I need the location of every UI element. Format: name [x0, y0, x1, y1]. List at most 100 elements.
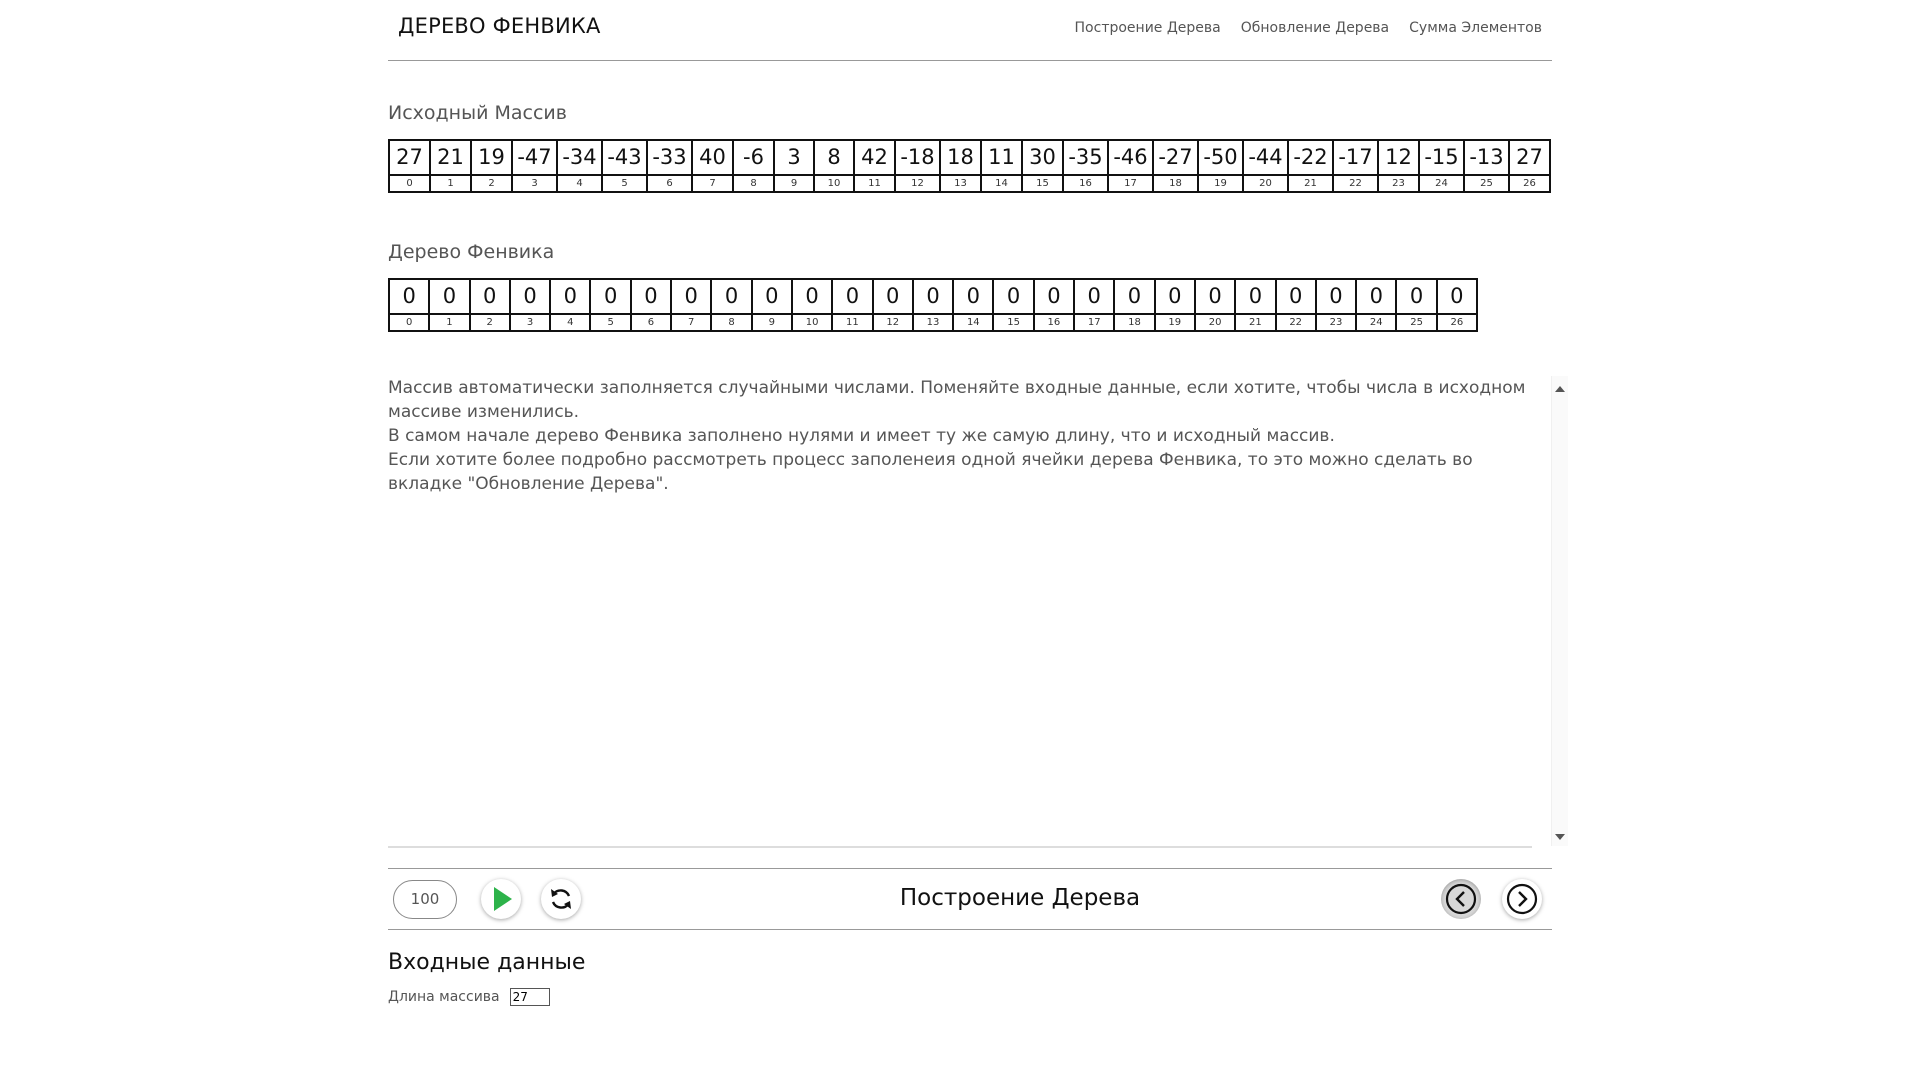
fenwick-tree-cell-index: 26 — [1450, 317, 1464, 328]
fenwick-tree-cell: 0 10 — [792, 280, 834, 330]
fenwick-tree-cell: 0 12 — [873, 280, 914, 330]
source-array-cell-value: -35 — [1064, 141, 1107, 176]
fenwick-tree-cell-value: 0 — [954, 280, 993, 315]
source-array-cell: -15 24 — [1420, 141, 1465, 191]
fenwick-tree-cell: 01 — [430, 280, 471, 330]
fenwick-tree-cell: 0 20 — [1195, 280, 1237, 330]
fenwick-tree-cell-value: 0 — [390, 280, 429, 315]
array-length-input[interactable] — [509, 988, 550, 1006]
reset-button[interactable] — [541, 879, 581, 919]
fenwick-tree-cell: 07 — [672, 280, 713, 330]
source-array-cell-index: 14 — [995, 178, 1008, 189]
fenwick-tree-cell-index: 4 — [567, 317, 574, 328]
fenwick-tree-cell-value: 0 — [712, 280, 751, 315]
source-array-cell-index: 2 — [488, 178, 495, 189]
next-step-button[interactable] — [1502, 879, 1542, 919]
fenwick-tree-cell: 0 18 — [1115, 280, 1156, 330]
fenwick-tree-cell-index: 23 — [1329, 317, 1343, 328]
app-container: ДЕРЕВО ФЕНВИКА Построение Дерева Обновле… — [388, 0, 1568, 1080]
description-line: Массив автоматически заполняется случайн… — [388, 378, 1526, 422]
source-array-cell-value: -13 — [1465, 141, 1508, 176]
fenwick-tree-cell-value: 0 — [591, 280, 630, 315]
source-array-cell: 40 7 — [693, 141, 734, 191]
fenwick-tree-cell-value: 0 — [1155, 280, 1194, 315]
previous-step-button[interactable] — [1441, 879, 1481, 919]
fenwick-tree-cell-index: 5 — [607, 317, 614, 328]
fenwick-tree-cell-value: 0 — [873, 280, 912, 315]
app-title: ДЕРЕВО ФЕНВИКА — [398, 14, 601, 38]
refresh-icon — [551, 889, 571, 909]
nav-build-tree[interactable]: Построение Дерева — [1075, 20, 1221, 36]
source-array-cell-value: -18 — [896, 141, 939, 176]
fenwick-tree-cell: 0 16 — [1034, 280, 1076, 330]
nav-update-tree[interactable]: Обновление Дерева — [1241, 20, 1389, 36]
scroll-down-arrow-icon[interactable] — [1555, 834, 1565, 840]
source-array-cell-index: 1 — [447, 178, 454, 189]
fenwick-tree-cell-value: 0 — [1397, 280, 1436, 315]
source-array-cell-index: 8 — [750, 178, 757, 189]
fenwick-tree-cell-index: 13 — [926, 317, 940, 328]
source-array-title: Исходный Массив — [388, 102, 567, 124]
source-array-cell: 12 23 — [1379, 141, 1420, 191]
source-array-cell-value: -17 — [1334, 141, 1377, 176]
fenwick-tree-cell-index: 24 — [1369, 317, 1383, 328]
fenwick-tree-cell-index: 17 — [1087, 317, 1101, 328]
source-array-cell-value: -33 — [648, 141, 691, 176]
fenwick-tree-cell: 08 — [712, 280, 753, 330]
source-array-cell-index: 15 — [1036, 178, 1049, 189]
source-array-cell: 11 14 — [982, 141, 1023, 191]
source-array-cell: -50 19 — [1199, 141, 1244, 191]
fenwick-tree-cell: 0 19 — [1155, 280, 1196, 330]
fenwick-tree-cell-value: 0 — [672, 280, 711, 315]
fenwick-tree-cell: 03 — [510, 280, 552, 330]
source-array-cell: 27 26 — [1510, 141, 1551, 191]
source-array-cell-index: 4 — [576, 178, 583, 189]
fenwick-tree-cell-index: 0 — [405, 317, 413, 328]
source-array-cell-value: -50 — [1199, 141, 1242, 176]
source-array-cell-index: 18 — [1169, 178, 1182, 189]
control-bar: 100 Построение Дерева — [388, 868, 1552, 930]
fenwick-tree-cell-index: 18 — [1128, 317, 1141, 328]
source-array-cell-value: 40 — [693, 141, 732, 176]
source-array-cell-value: -15 — [1420, 141, 1463, 176]
source-array-cell: -44 20 — [1244, 141, 1289, 191]
scroll-up-arrow-icon[interactable] — [1555, 386, 1565, 392]
fenwick-tree-cell-index: 1 — [446, 317, 453, 328]
source-array-cell: 27 0 — [390, 141, 431, 191]
fenwick-tree-cell-index: 8 — [728, 317, 735, 328]
fenwick-tree-cell-value: 0 — [430, 280, 469, 315]
array-length-label: Длина массива — [388, 989, 500, 1005]
description-panel: Массив автоматически заполняется случайн… — [388, 376, 1532, 848]
source-array-cell-value: -43 — [603, 141, 646, 176]
description-scrollbar[interactable] — [1551, 376, 1568, 846]
fenwick-tree-cell: 0 21 — [1236, 280, 1277, 330]
fenwick-tree-cell-index: 11 — [846, 317, 859, 328]
source-array-cell-index: 9 — [790, 178, 798, 189]
fenwick-tree-cell-value: 0 — [1316, 280, 1356, 315]
fenwick-tree-cell-index: 7 — [688, 317, 695, 328]
source-array-cell: -47 3 — [513, 141, 558, 191]
nav-sum-elements[interactable]: Сумма Элементов — [1409, 20, 1542, 36]
source-array-cell: -33 6 — [648, 141, 693, 191]
source-array-cell: 21 1 — [431, 141, 472, 191]
fenwick-tree-cell: 0 15 — [994, 280, 1035, 330]
source-array-cell-index: 11 — [868, 178, 881, 189]
source-array-cell: -34 4 — [558, 141, 603, 191]
source-array-cell-value: 30 — [1023, 141, 1062, 176]
fenwick-tree-cell-value: 0 — [1276, 280, 1315, 315]
description-line: Если хотите более подробно рассмотреть п… — [388, 450, 1473, 494]
source-array-cell: -43 5 — [603, 141, 648, 191]
source-array-cell: -13 25 — [1465, 141, 1510, 191]
source-array-cell-value: -44 — [1244, 141, 1287, 176]
fenwick-tree-cell-index: 3 — [526, 317, 534, 328]
description-line: В самом начале дерево Фенвика заполнено … — [388, 426, 1335, 446]
play-button[interactable] — [481, 879, 521, 919]
fenwick-tree-cell-value: 0 — [1437, 280, 1477, 315]
source-array-cell: -22 21 — [1289, 141, 1334, 191]
source-array-cell: 39 — [775, 141, 815, 191]
fenwick-tree-cell-value: 0 — [1075, 280, 1114, 315]
source-array-cell-index: 6 — [666, 178, 673, 189]
source-array-cell-value: 12 — [1379, 141, 1418, 176]
source-array-cell-index: 3 — [531, 178, 538, 189]
source-array-cell: 19 2 — [472, 141, 513, 191]
